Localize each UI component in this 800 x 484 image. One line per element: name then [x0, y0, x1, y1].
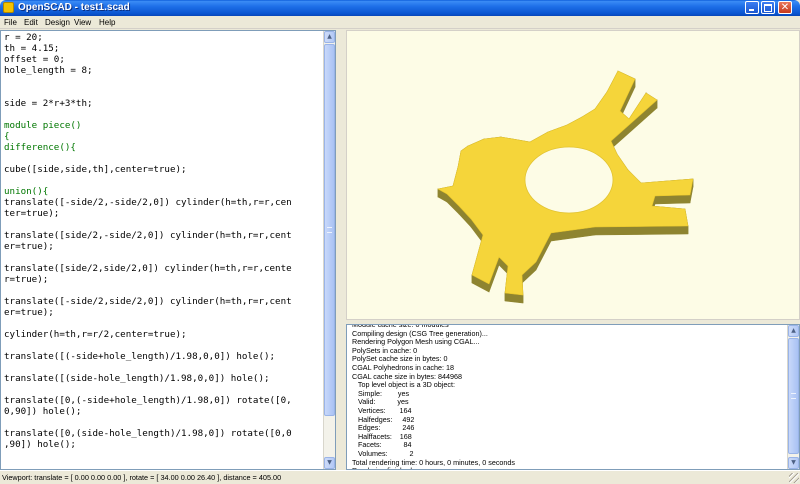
- code-line[interactable]: cube([side,side,th],center=true);: [4, 164, 292, 175]
- editor-scroll-thumb[interactable]: [324, 44, 335, 416]
- code-line[interactable]: translate([0,(-side+hole_length)/1.98,0]…: [4, 395, 292, 406]
- code-line[interactable]: cylinder(h=th,r=r/2,center=true);: [4, 329, 292, 340]
- code-line[interactable]: [4, 109, 292, 120]
- maximize-button[interactable]: [761, 1, 775, 14]
- openscad-app-icon[interactable]: [3, 2, 14, 13]
- code-line[interactable]: ,90]) hole();: [4, 439, 292, 450]
- status-bar: Viewport: translate = [ 0.00 0.00 0.00 ]…: [0, 470, 800, 484]
- title-bar[interactable]: OpenSCAD - test1.scad ✕: [0, 0, 800, 16]
- code-line[interactable]: [4, 362, 292, 373]
- menu-help[interactable]: Help: [98, 17, 116, 28]
- code-line[interactable]: r=true);: [4, 274, 292, 285]
- code-line[interactable]: translate([(-side+hole_length)/1.98,0,0]…: [4, 351, 292, 362]
- editor-scrollbar[interactable]: ▲ ▼: [323, 31, 335, 469]
- close-icon: ✕: [780, 2, 790, 13]
- code-line[interactable]: [4, 175, 292, 186]
- code-line[interactable]: [4, 153, 292, 164]
- code-line[interactable]: [4, 252, 292, 263]
- code-line[interactable]: [4, 87, 292, 98]
- minimize-icon: [746, 2, 758, 13]
- code-line[interactable]: hole_length = 8;: [4, 65, 292, 76]
- window-title: OpenSCAD - test1.scad: [18, 2, 130, 13]
- grip-icon: [791, 393, 796, 399]
- resize-grip-icon[interactable]: [789, 473, 799, 483]
- code-line[interactable]: er=true);: [4, 241, 292, 252]
- minimize-button[interactable]: [745, 1, 759, 14]
- scroll-down-arrow-icon[interactable]: ▼: [788, 457, 799, 469]
- code-line[interactable]: translate([side/2,side/2,0]) cylinder(h=…: [4, 263, 292, 274]
- rendered-model: [437, 70, 694, 304]
- center-hole: [524, 146, 614, 214]
- code-line[interactable]: [4, 417, 292, 428]
- 3d-viewport[interactable]: [346, 30, 800, 320]
- menu-design[interactable]: Design: [44, 17, 71, 28]
- scroll-down-arrow-icon[interactable]: ▼: [324, 457, 335, 469]
- code-line[interactable]: ter=true);: [4, 208, 292, 219]
- menu-bar: File Edit Design View Help: [0, 16, 800, 29]
- menu-view[interactable]: View: [73, 17, 92, 28]
- code-line[interactable]: [4, 219, 292, 230]
- code-line[interactable]: difference(){: [4, 142, 292, 153]
- code-line[interactable]: module piece(): [4, 120, 292, 131]
- code-line[interactable]: [4, 340, 292, 351]
- grip-icon: [327, 227, 332, 233]
- code-line[interactable]: 0,90]) hole();: [4, 406, 292, 417]
- code-line[interactable]: [4, 285, 292, 296]
- scroll-up-arrow-icon[interactable]: ▲: [324, 31, 335, 43]
- code-line[interactable]: translate([-side/2,-side/2,0]) cylinder(…: [4, 197, 292, 208]
- code-editor[interactable]: r = 20; th = 4.15; offset = 0; hole_length …: [0, 30, 336, 470]
- code-text[interactable]: r = 20; th = 4.15; offset = 0; hole_length …: [4, 32, 292, 450]
- viewport-status: Viewport: translate = [ 0.00 0.00 0.00 ]…: [2, 473, 282, 482]
- console-text: Module cache size: 0 modules Compiling de…: [352, 325, 515, 469]
- console-scroll-thumb[interactable]: [788, 338, 799, 454]
- code-line[interactable]: [4, 76, 292, 87]
- code-line[interactable]: translate([0,(side-hole_length)/1.98,0])…: [4, 428, 292, 439]
- model-side-face: [594, 225, 689, 236]
- code-line[interactable]: translate([side/2,-side/2,0]) cylinder(h…: [4, 230, 292, 241]
- model-side-face: [654, 194, 691, 205]
- menu-edit[interactable]: Edit: [23, 17, 39, 28]
- code-line[interactable]: translate([-side/2,side/2,0]) cylinder(h…: [4, 296, 292, 307]
- console-scrollbar[interactable]: ▲ ▼: [787, 325, 799, 469]
- code-line[interactable]: side = 2*r+3*th;: [4, 98, 292, 109]
- menu-file[interactable]: File: [3, 17, 18, 28]
- code-line[interactable]: er=true);: [4, 307, 292, 318]
- scroll-up-arrow-icon[interactable]: ▲: [788, 325, 799, 337]
- vertical-splitter[interactable]: [336, 30, 346, 470]
- code-line[interactable]: union(){: [4, 186, 292, 197]
- code-line[interactable]: r = 20;: [4, 32, 292, 43]
- maximize-icon: [762, 2, 774, 13]
- console-output[interactable]: Module cache size: 0 modules Compiling de…: [346, 324, 800, 470]
- code-line[interactable]: offset = 0;: [4, 54, 292, 65]
- close-button[interactable]: ✕: [778, 1, 792, 14]
- code-line[interactable]: th = 4.15;: [4, 43, 292, 54]
- code-line[interactable]: {: [4, 131, 292, 142]
- code-line[interactable]: [4, 384, 292, 395]
- code-line[interactable]: [4, 318, 292, 329]
- code-line[interactable]: translate([(side-hole_length)/1.98,0,0])…: [4, 373, 292, 384]
